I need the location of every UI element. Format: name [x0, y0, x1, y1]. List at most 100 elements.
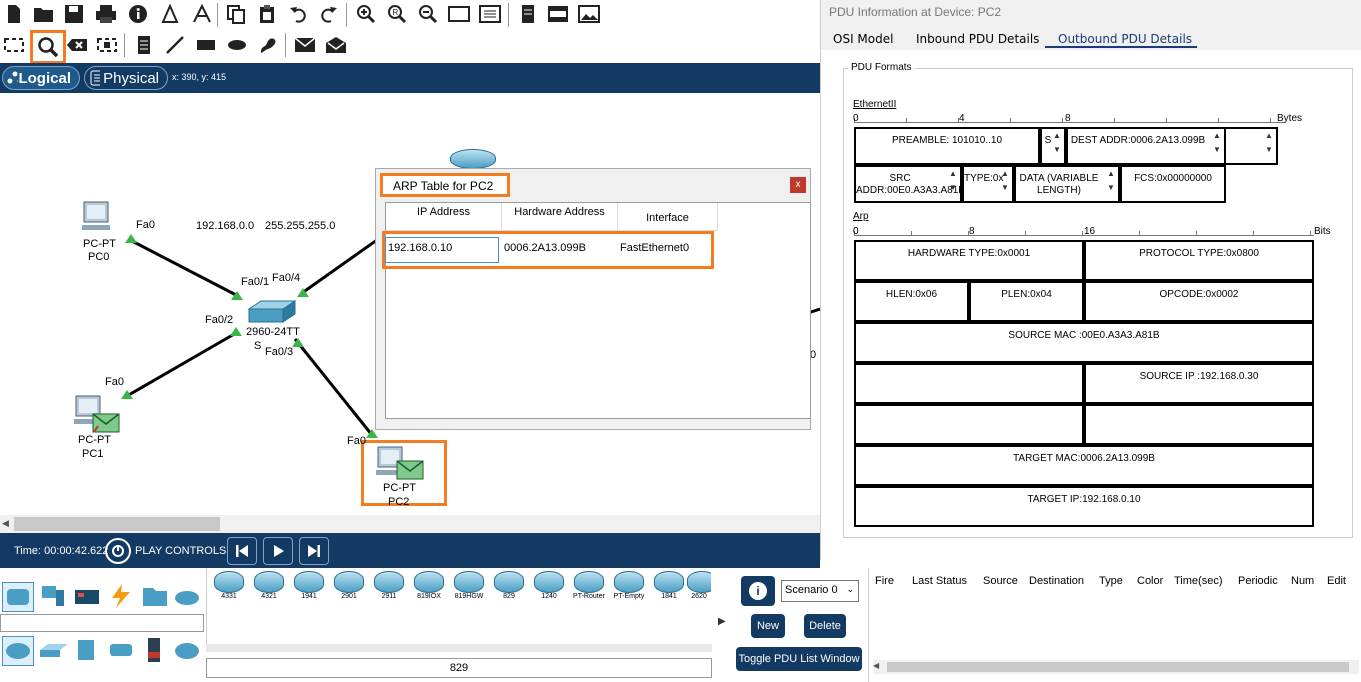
arp-mac-cell[interactable]: 0006.2A13.099B [504, 242, 586, 254]
hubs-subcategory-icon[interactable] [72, 636, 104, 666]
toggle-pdu-list-button[interactable]: Toggle PDU List Window [736, 647, 862, 671]
cluster-icon[interactable] [546, 2, 570, 26]
arp-header-mac[interactable]: Hardware Address [502, 203, 618, 231]
envelope-icon[interactable] [396, 460, 424, 480]
spinner-icon[interactable]: ▲ ▼ [998, 167, 1012, 201]
router-icon[interactable] [450, 149, 496, 169]
col-source[interactable]: Source [983, 575, 1018, 587]
redo-icon[interactable] [317, 2, 341, 26]
play-icon[interactable] [263, 537, 293, 565]
wireless-subcategory-icon[interactable] [106, 636, 138, 666]
model-4321[interactable]: 4321 [252, 571, 286, 605]
envelope-icon[interactable] [92, 413, 120, 433]
spinner-icon[interactable]: ▲ ▼ [1210, 129, 1224, 163]
col-type[interactable]: Type [1099, 575, 1123, 587]
drawing-palette-icon[interactable] [478, 2, 502, 26]
spinner-icon[interactable]: ▲ ▼ [1104, 167, 1118, 201]
tab-outbound-pdu[interactable]: Outbound PDU Details [1058, 32, 1192, 46]
model-pt-router[interactable]: PT-Router [572, 571, 606, 605]
delete-icon[interactable] [65, 33, 89, 57]
model-829[interactable]: 829 [492, 571, 526, 605]
miscellaneous-category-icon[interactable] [140, 582, 172, 612]
model-819iox[interactable]: 819IOX [412, 571, 446, 605]
col-time[interactable]: Time(sec) [1174, 575, 1222, 587]
scrollbar-thumb[interactable] [14, 517, 220, 531]
multiuser-category-icon[interactable] [172, 582, 204, 612]
logical-workspace[interactable]: PC-PT PC0 Fa0 192.168.0.0 255.255.255.0 … [0, 93, 820, 515]
inspect-icon[interactable] [30, 30, 66, 64]
info-icon[interactable] [126, 2, 150, 26]
custom-devices-icon[interactable] [516, 2, 540, 26]
zoom-in-icon[interactable] [354, 2, 378, 26]
spinner-icon[interactable]: ▲ ▼ [946, 167, 960, 201]
wan-emulation-subcategory-icon[interactable] [172, 636, 204, 666]
col-periodic[interactable]: Periodic [1238, 575, 1278, 587]
save-icon[interactable] [62, 2, 86, 26]
scrollbar-thumb[interactable] [887, 662, 1349, 672]
tab-inbound-pdu[interactable]: Inbound PDU Details [916, 32, 1039, 46]
arp-header-interface[interactable]: Interface [618, 203, 718, 231]
model-2620[interactable]: 2620 [687, 571, 711, 605]
scenario-info-button[interactable]: i [741, 576, 775, 606]
network-devices-category-icon[interactable] [2, 582, 34, 612]
end-devices-category-icon[interactable] [38, 582, 70, 612]
arp-interface-cell[interactable]: FastEthernet0 [620, 242, 689, 254]
scroll-left-icon[interactable]: ◀ [2, 518, 9, 529]
reset-time-icon[interactable] [105, 538, 131, 564]
line-icon[interactable] [163, 33, 187, 57]
activity-wizard-icon[interactable] [190, 2, 214, 26]
rectangle-icon[interactable] [194, 33, 218, 57]
model-1240[interactable]: 1240 [532, 571, 566, 605]
col-fire[interactable]: Fire [875, 575, 894, 587]
model-1841[interactable]: 1841 [652, 571, 686, 605]
select-icon[interactable] [2, 33, 26, 57]
simple-pdu-icon[interactable] [293, 33, 317, 57]
arp-table-row[interactable]: 192.168.0.10 0006.2A13.099B FastEthernet… [382, 231, 714, 269]
connections-category-icon[interactable] [106, 582, 138, 612]
col-num[interactable]: Num [1291, 575, 1314, 587]
pc0-device[interactable] [80, 201, 114, 235]
open-icon[interactable] [32, 2, 56, 26]
model-819hgw[interactable]: 819HGW [452, 571, 486, 605]
arp-header-ip[interactable]: IP Address [386, 203, 502, 231]
complex-pdu-icon[interactable] [324, 33, 348, 57]
routers-subcategory-icon[interactable] [2, 636, 34, 666]
scenario-select[interactable]: Scenario 0 ⌄ [781, 580, 859, 602]
col-color[interactable]: Color [1137, 575, 1163, 587]
components-category-icon[interactable] [72, 582, 104, 612]
undo-icon[interactable] [286, 2, 310, 26]
image-icon[interactable] [577, 2, 601, 26]
spinner-icon[interactable]: ▲ ▼ [1262, 129, 1276, 163]
model-1941[interactable]: 1941 [292, 571, 326, 605]
ellipse-icon[interactable] [225, 33, 249, 57]
freeform-icon[interactable] [256, 33, 280, 57]
model-pt-empty[interactable]: PT-Empty [612, 571, 646, 605]
scroll-left-icon[interactable]: ◀ [873, 661, 879, 670]
print-icon[interactable] [94, 2, 118, 26]
security-subcategory-icon[interactable] [140, 636, 172, 666]
switches-subcategory-icon[interactable] [38, 636, 70, 666]
col-last-status[interactable]: Last Status [912, 575, 967, 587]
model-2911[interactable]: 2911 [372, 571, 406, 605]
delete-scenario-button[interactable]: Delete [804, 614, 846, 638]
device-search-field[interactable] [0, 614, 204, 632]
zoom-out-icon[interactable] [416, 2, 440, 26]
step-forward-icon[interactable] [299, 537, 329, 565]
zoom-reset-icon[interactable]: R [385, 2, 409, 26]
switch-device[interactable] [247, 299, 297, 325]
model-2901[interactable]: 2901 [332, 571, 366, 605]
tab-osi-model[interactable]: OSI Model [833, 32, 893, 46]
paste-icon[interactable] [255, 2, 279, 26]
col-edit[interactable]: Edit [1327, 575, 1346, 587]
resize-icon[interactable] [95, 33, 119, 57]
physical-mode-button[interactable]: Physical [84, 66, 168, 90]
copy-icon[interactable] [224, 2, 248, 26]
logical-mode-button[interactable]: Logical [2, 66, 80, 90]
event-list-scrollbar[interactable]: ◀ [873, 660, 1359, 674]
viewport-icon[interactable] [447, 2, 471, 26]
close-icon[interactable]: x [790, 177, 806, 193]
col-destination[interactable]: Destination [1029, 575, 1084, 587]
workspace-scrollbar[interactable]: ◀ [0, 515, 820, 533]
spinner-icon[interactable]: ▲ ▼ [1050, 129, 1064, 163]
model-4331[interactable]: 4331 [212, 571, 246, 605]
